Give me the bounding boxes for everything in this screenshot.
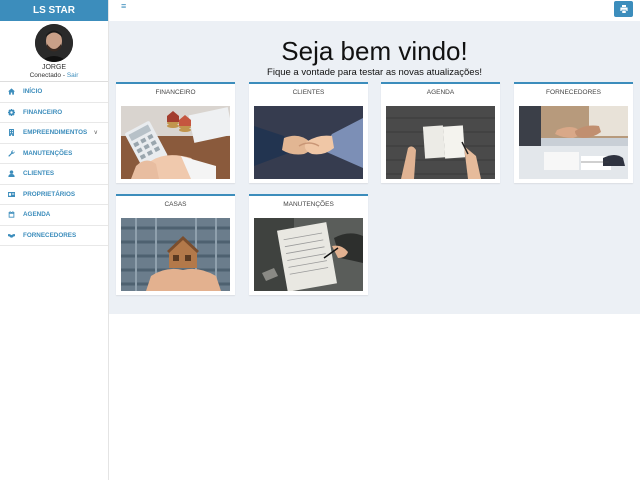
sidebar-item-label: EMPREENDIMENTOS bbox=[23, 129, 88, 137]
sidebar-item-proprietarios[interactable]: PROPRIETÁRIOS bbox=[0, 185, 108, 205]
user-panel: JORGE Conectado - Sair bbox=[0, 21, 108, 81]
sidebar-item-label: CLIENTES bbox=[23, 170, 55, 178]
business-meeting-photo bbox=[519, 106, 628, 179]
card-clientes[interactable]: CLIENTES bbox=[249, 82, 368, 183]
sidebar-item-label: FINANCEIRO bbox=[23, 108, 63, 116]
print-icon bbox=[619, 5, 628, 13]
house-in-hands-photo bbox=[121, 218, 230, 291]
clipboard-writing-photo bbox=[254, 218, 363, 291]
card-title: MANUTENÇÕES bbox=[283, 201, 334, 208]
notebook-photo bbox=[386, 106, 495, 179]
sidebar-item-fornecedores[interactable]: FORNECEDORES bbox=[0, 226, 108, 246]
main-content: Seja bem vindo! Fique a vontade para tes… bbox=[109, 21, 640, 314]
topbar: ≡ bbox=[109, 0, 640, 21]
card-title: FORNECEDORES bbox=[546, 89, 601, 96]
page-title: Seja bem vindo! bbox=[281, 36, 468, 66]
wrench-icon bbox=[8, 150, 20, 157]
sidebar-menu: INÍCIO FINANCEIRO EMPREENDIMENTOS v MANU… bbox=[0, 81, 108, 246]
card-manutencoes[interactable]: MANUTENÇÕES bbox=[249, 194, 368, 295]
sidebar-item-label: INÍCIO bbox=[23, 88, 43, 96]
menu-toggle-icon[interactable]: ≡ bbox=[121, 1, 126, 11]
status-text: Conectado bbox=[29, 72, 62, 79]
card-agenda[interactable]: AGENDA bbox=[381, 82, 500, 183]
chevron-down-icon: v bbox=[94, 129, 98, 136]
user-name: JORGE bbox=[41, 64, 67, 71]
card-casas[interactable]: CASAS bbox=[116, 194, 235, 295]
sidebar-item-label: MANUTENÇÕES bbox=[23, 149, 73, 157]
card-title: AGENDA bbox=[426, 89, 455, 96]
sidebar-item-agenda[interactable]: AGENDA bbox=[0, 205, 108, 226]
card-financeiro[interactable]: FINANCEIRO bbox=[116, 82, 235, 183]
print-button[interactable] bbox=[614, 1, 633, 17]
avatar bbox=[35, 24, 73, 62]
sidebar-item-inicio[interactable]: INÍCIO bbox=[0, 82, 108, 103]
sidebar-item-empreendimentos[interactable]: EMPREENDIMENTOS v bbox=[0, 123, 108, 144]
logout-link[interactable]: Sair bbox=[67, 72, 79, 79]
brand-logo[interactable]: LS STAR bbox=[0, 0, 108, 21]
card-title: FINANCEIRO bbox=[155, 89, 196, 96]
sidebar-item-manutencoes[interactable]: MANUTENÇÕES bbox=[0, 144, 108, 164]
sidebar-item-financeiro[interactable]: FINANCEIRO bbox=[0, 103, 108, 123]
sidebar: LS STAR JORGE Conectado - Sair INÍCIO FI… bbox=[0, 0, 109, 480]
card-title: CASAS bbox=[164, 201, 187, 208]
card-fornecedores[interactable]: FORNECEDORES bbox=[514, 82, 633, 183]
user-icon bbox=[8, 170, 20, 178]
calendar-icon bbox=[8, 211, 20, 218]
sidebar-item-label: FORNECEDORES bbox=[23, 231, 77, 239]
gear-icon bbox=[8, 108, 20, 116]
sidebar-item-clientes[interactable]: CLIENTES bbox=[0, 164, 108, 185]
user-status: Conectado - Sair bbox=[0, 72, 108, 79]
id-card-icon bbox=[8, 191, 20, 198]
handshake-photo bbox=[254, 106, 363, 179]
home-icon bbox=[8, 88, 20, 95]
sidebar-item-label: AGENDA bbox=[23, 211, 51, 219]
calculator-coins-photo bbox=[121, 106, 230, 179]
card-title: CLIENTES bbox=[292, 89, 325, 96]
page-subtitle: Fique a vontade para testar as novas atu… bbox=[267, 67, 482, 78]
sidebar-item-label: PROPRIETÁRIOS bbox=[23, 190, 76, 198]
building-icon bbox=[8, 129, 20, 137]
handshake-icon bbox=[8, 232, 20, 239]
